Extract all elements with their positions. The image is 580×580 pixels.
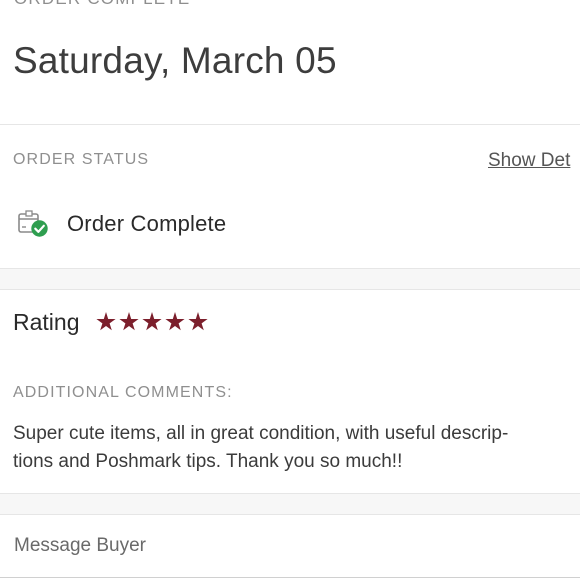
order-date-title: Saturday, March 05 [13, 40, 337, 81]
order-status-text: Order Complete [67, 211, 227, 236]
show-details-link[interactable]: Show Det [488, 150, 570, 172]
rating-stars [96, 312, 208, 332]
comment-line: tions and Poshmark tips. Thank you so mu… [13, 451, 403, 472]
bottom-border [0, 577, 580, 578]
section-heading-cut: ORDER COMPLETE [14, 0, 190, 9]
divider [0, 289, 580, 290]
section-gap [0, 269, 580, 289]
star-icon [96, 312, 116, 331]
message-buyer-button[interactable]: Message Buyer [14, 535, 146, 557]
order-status-label: ORDER STATUS [13, 151, 150, 168]
star-icon [119, 312, 139, 331]
star-icon [142, 312, 162, 331]
divider [0, 124, 580, 125]
star-icon [188, 312, 208, 331]
comments-text: Super cute items, all in great condition… [13, 420, 580, 476]
package-check-icon [17, 208, 51, 240]
additional-comments-label: ADDITIONAL COMMENTS: [13, 384, 233, 401]
divider [0, 514, 580, 515]
comment-line: Super cute items, all in great condition… [13, 423, 509, 444]
star-icon [165, 312, 185, 331]
rating-label: Rating [13, 309, 80, 335]
section-gap [0, 494, 580, 514]
